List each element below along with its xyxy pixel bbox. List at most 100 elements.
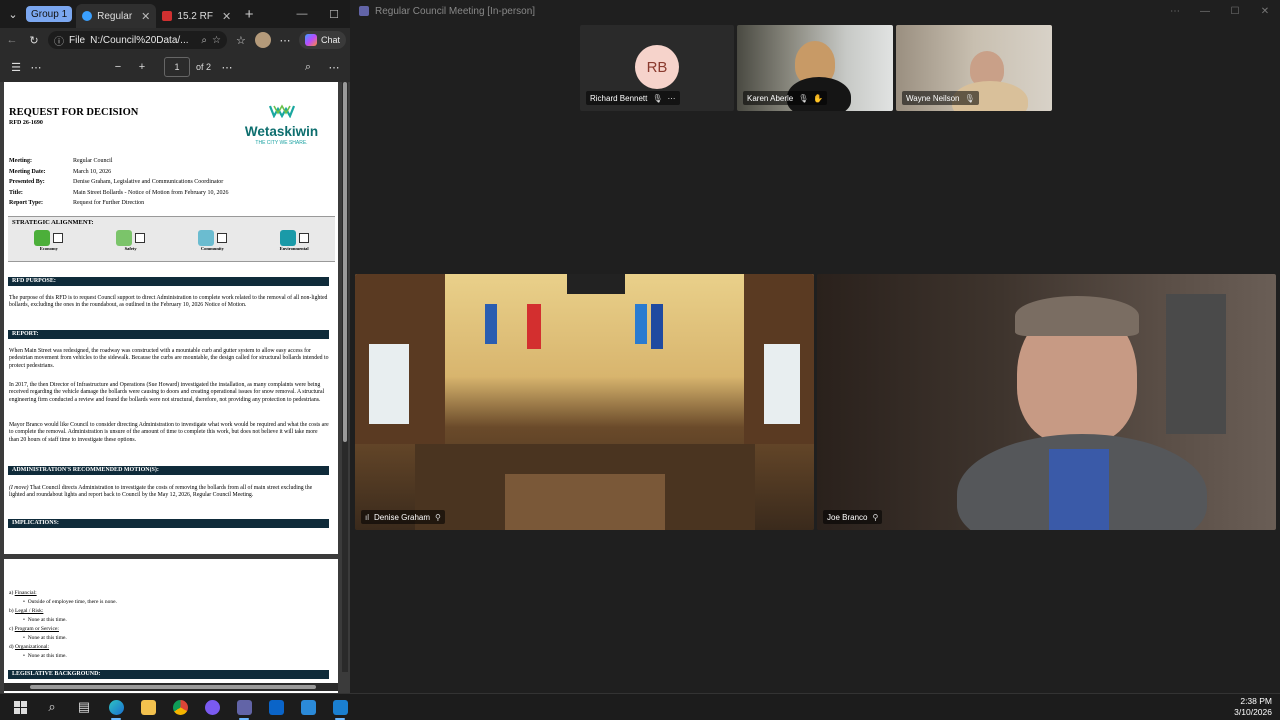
participant-tile-richard-bennett[interactable]: RB Richard Bennett 🎙 ⋯ <box>580 25 734 111</box>
maximize-icon[interactable]: ☐ <box>318 8 350 21</box>
strategic-item-safety: Safety <box>116 230 146 251</box>
report-paragraph: When Main Street was redesigned, the roa… <box>9 348 329 369</box>
search-icon[interactable]: ⌕ <box>36 694 68 720</box>
implication-bullet: • Outside of employee time, there is non… <box>23 599 117 605</box>
participant-tile-karen-aberle[interactable]: Karen Aberle 🎙 ✋ <box>737 25 893 111</box>
maximize-icon[interactable]: ☐ <box>1220 6 1250 17</box>
more-options-icon[interactable]: ⋯ <box>277 34 293 47</box>
info-icon[interactable]: ⓘ <box>54 33 64 48</box>
task-view-icon[interactable]: ▤ <box>68 694 100 720</box>
tab-regular[interactable]: Regular ✕ <box>76 4 157 28</box>
mic-muted-icon: 🎙 <box>798 93 809 103</box>
close-tab-icon[interactable]: ✕ <box>222 10 231 23</box>
favorites-icon[interactable]: ☆ <box>233 34 249 47</box>
chamber-window <box>764 344 800 424</box>
close-icon[interactable]: ✕ <box>1250 6 1280 17</box>
implication-bullet: • None at this time. <box>23 653 67 659</box>
favorite-star-icon[interactable]: ☆ <box>212 35 221 46</box>
participant-tile-joe-branco[interactable]: Joe Branco ⚲ <box>817 274 1276 530</box>
environmental-checkbox <box>298 233 309 243</box>
remote-desktop-icon[interactable] <box>324 694 356 720</box>
chrome-icon[interactable] <box>164 694 196 720</box>
new-tab-icon[interactable]: + <box>237 6 261 23</box>
tab-label: 15.2 RF <box>177 10 213 22</box>
meta-row: Report Type: Request for Further Directio… <box>9 200 145 206</box>
flag <box>485 304 497 344</box>
copilot-icon <box>304 34 317 46</box>
logo-tagline: THE CITY WE SHARE. <box>255 140 308 146</box>
pdf-page-1: REQUEST FOR DECISION RFD 26-1690 Wetaski… <box>4 82 338 554</box>
more-tools-icon[interactable]: ⋯ <box>26 61 46 74</box>
screen-monitor <box>567 274 625 294</box>
url-scheme: File <box>69 34 86 46</box>
whiteboard-icon[interactable] <box>292 694 324 720</box>
meta-row: Meeting: Regular Council <box>9 158 113 164</box>
participant-tile-denise-graham[interactable]: ıl Denise Graham ⚲ <box>355 274 814 530</box>
page-total: of 2 <box>196 62 212 72</box>
logo-name: Wetaskiwin <box>244 124 319 139</box>
tab-actions-menu-icon[interactable]: ⌄ <box>0 0 26 28</box>
pdf-page-2: a) Financial: • Outside of employee time… <box>4 559 338 693</box>
more-options-icon[interactable]: ⋯ <box>1160 6 1190 17</box>
vertical-scrollbar[interactable] <box>342 82 348 672</box>
minimize-icon[interactable]: — <box>286 8 318 21</box>
settings-more-icon[interactable]: ⋯ <box>324 61 344 74</box>
find-icon[interactable]: ⌕ <box>298 61 318 74</box>
strategic-alignment: STRATEGIC ALIGNMENT: Economy Safety Comm… <box>8 216 335 262</box>
obs-icon[interactable] <box>196 694 228 720</box>
contents-list-icon[interactable]: ☰ <box>6 61 26 74</box>
browser-window: ⌄ Group 1 Regular ✕ 15.2 RF ✕ + — ☐ ← ↻ … <box>0 0 350 693</box>
horizontal-scrollbar[interactable] <box>4 683 338 691</box>
tab-rfd-pdf[interactable]: 15.2 RF ✕ <box>156 4 237 28</box>
edge-icon[interactable] <box>100 694 132 720</box>
community-icon <box>197 230 214 246</box>
pdf-favicon-icon <box>162 11 173 21</box>
pin-icon[interactable]: ⚲ <box>872 513 878 522</box>
implication-item: d) Organizational: <box>9 644 50 650</box>
environmental-icon <box>279 230 296 246</box>
window-controls: — ☐ <box>286 8 350 21</box>
economy-icon <box>34 230 51 246</box>
back-icon[interactable]: ← <box>4 34 20 46</box>
scrollbar-thumb[interactable] <box>343 82 347 442</box>
participant-hair <box>1015 296 1139 336</box>
report-paragraph: Mayor Branco would like Council to consi… <box>9 422 329 443</box>
search-icon[interactable]: ⌕ <box>201 35 207 46</box>
participant-name-label: Joe Branco ⚲ <box>823 510 883 524</box>
zoom-out-icon[interactable]: − <box>108 61 128 73</box>
tab-group-chip[interactable]: Group 1 <box>26 6 73 22</box>
participant-name-label: Wayne Neilson 🎙 <box>902 91 979 105</box>
speaking-indicator-icon: ıl <box>365 512 369 522</box>
pin-icon[interactable]: ⚲ <box>435 513 441 522</box>
profile-avatar[interactable] <box>254 32 271 48</box>
participant-tile-wayne-neilson[interactable]: Wayne Neilson 🎙 <box>896 25 1052 111</box>
pdf-viewer[interactable]: REQUEST FOR DECISION RFD 26-1690 Wetaski… <box>0 82 350 693</box>
more-options-icon[interactable]: ⋯ <box>668 94 676 103</box>
refresh-icon[interactable]: ↻ <box>26 34 42 47</box>
clock-date: 3/10/2026 <box>1234 707 1272 717</box>
economy-checkbox <box>53 233 64 243</box>
outlook-icon[interactable] <box>260 694 292 720</box>
scrollbar-thumb[interactable] <box>30 685 316 689</box>
tab-strip: ⌄ Group 1 Regular ✕ 15.2 RF ✕ + — ☐ <box>0 0 350 28</box>
address-bar: ← ↻ ⓘ File N:/Council%20Data/... ⌕ ☆ ☆ ⋯… <box>0 28 350 52</box>
strategic-item-community: Community <box>197 230 227 251</box>
start-button-windows-icon[interactable] <box>4 694 36 720</box>
file-explorer-icon[interactable] <box>132 694 164 720</box>
strategic-item-economy: Economy <box>34 230 64 251</box>
url-field[interactable]: ⓘ File N:/Council%20Data/... ⌕ ☆ <box>48 31 227 49</box>
taskbar: ⌕ ▤ 2:38 PM 3/10/2026 <box>0 693 1280 720</box>
implication-bullet: • None at this time. <box>23 617 67 623</box>
page-number-input[interactable]: 1 <box>164 57 190 77</box>
close-tab-icon[interactable]: ✕ <box>141 10 150 23</box>
zoom-in-icon[interactable]: + <box>132 61 152 73</box>
system-clock[interactable]: 2:38 PM 3/10/2026 <box>1234 696 1272 718</box>
meta-row: Meeting Date: March 10, 2026 <box>9 168 112 175</box>
page-options-icon[interactable]: ⋯ <box>217 61 237 74</box>
minimize-icon[interactable]: — <box>1190 6 1220 17</box>
participant-shirt <box>1049 449 1109 530</box>
chat-label: Chat <box>320 35 340 45</box>
implications-list: a) Financial: • Outside of employee time… <box>9 589 117 661</box>
copilot-chat-button[interactable]: Chat <box>298 31 346 49</box>
teams-icon[interactable] <box>228 694 260 720</box>
